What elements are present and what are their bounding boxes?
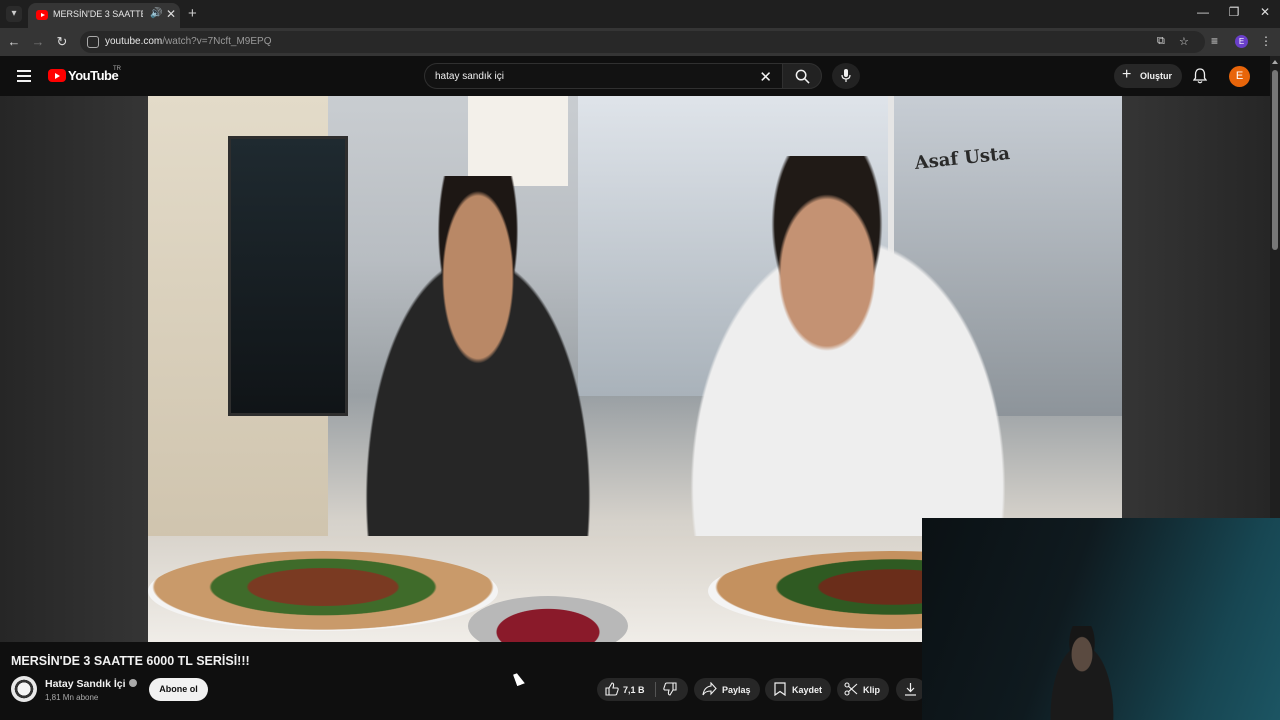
scissors-icon — [844, 682, 858, 698]
region-code: TR — [113, 66, 121, 72]
url-text: youtube.com/watch?v=7Ncft_M9EPQ — [105, 36, 271, 47]
browser-tab-strip: ▾ MERSİN'DE 3 SAATTE 6000 🔊 ✕ + — ❐ ✕ — [0, 0, 1280, 28]
video-scene-notice — [468, 96, 568, 186]
youtube-masthead: YouTube TR hatay sandık içi ✕ + Oluştur … — [0, 56, 1270, 96]
subscriber-count: 1,81 Mn abone — [45, 693, 99, 702]
address-bar[interactable]: youtube.com/watch?v=7Ncft_M9EPQ ⧉ ☆ — [80, 31, 1205, 53]
share-button[interactable]: Paylaş — [694, 678, 760, 701]
window-close-icon[interactable]: ✕ — [1255, 5, 1275, 19]
bookmark-icon — [774, 682, 786, 698]
search-input[interactable]: hatay sandık içi ✕ — [424, 63, 782, 89]
notifications-bell-icon[interactable] — [1193, 68, 1207, 84]
back-icon[interactable]: ← — [6, 34, 22, 49]
youtube-favicon-icon — [36, 10, 48, 20]
like-button[interactable] — [605, 682, 619, 698]
clip-label: Klip — [863, 685, 880, 695]
webcam-overlay — [922, 518, 1280, 720]
search-query[interactable]: hatay sandık içi — [435, 71, 504, 82]
browser-tab-active[interactable]: MERSİN'DE 3 SAATTE 6000 🔊 ✕ — [28, 3, 180, 28]
like-divider — [655, 682, 656, 697]
download-icon — [904, 682, 917, 698]
reload-icon[interactable]: ↻ — [54, 34, 70, 50]
save-label: Kaydet — [792, 685, 823, 695]
share-arrow-icon — [702, 681, 717, 698]
like-dislike-group: 7,1 B — [597, 678, 688, 701]
scroll-thumb[interactable] — [1272, 70, 1278, 250]
thumbs-up-icon — [605, 682, 619, 696]
channel-name-text[interactable]: Hatay Sandık İçi — [45, 678, 126, 690]
clip-button[interactable]: Klip — [837, 678, 889, 701]
speaker-icon[interactable]: 🔊 — [150, 8, 162, 19]
media-controls-icon[interactable]: ≡ — [1211, 34, 1218, 48]
youtube-wordmark[interactable]: YouTube — [68, 68, 119, 83]
webcam-streamer — [1042, 626, 1122, 720]
url-host: youtube.com — [105, 36, 163, 47]
thumbs-down-icon — [663, 682, 677, 696]
search-button[interactable] — [782, 63, 822, 89]
save-button[interactable]: Kaydet — [765, 678, 831, 701]
tab-search-dropdown[interactable]: ▾ — [6, 6, 22, 22]
dislike-button[interactable] — [663, 682, 677, 698]
verified-badge-icon — [128, 679, 137, 688]
minimize-icon[interactable]: — — [1193, 5, 1213, 19]
account-avatar[interactable]: E — [1229, 66, 1250, 87]
clear-search-icon[interactable]: ✕ — [759, 68, 772, 86]
microphone-icon — [841, 69, 851, 82]
tab-title: MERSİN'DE 3 SAATTE 6000 — [53, 9, 143, 19]
browser-profile-avatar[interactable]: E — [1235, 35, 1248, 48]
create-button[interactable]: + Oluştur — [1114, 64, 1182, 88]
search-icon — [795, 69, 810, 84]
video-title: MERSİN'DE 3 SAATTE 6000 TL SERİSİ!!! — [11, 654, 250, 668]
like-count[interactable]: 7,1 B — [623, 685, 645, 695]
browser-menu-icon[interactable]: ⋮ — [1260, 34, 1272, 48]
restore-icon[interactable]: ❐ — [1224, 5, 1244, 19]
youtube-logo-icon[interactable] — [48, 69, 66, 82]
scroll-up-arrow-icon[interactable] — [1272, 60, 1278, 64]
new-tab-button[interactable]: + — [188, 5, 197, 22]
share-label: Paylaş — [722, 685, 751, 695]
guide-menu-icon[interactable] — [17, 70, 31, 82]
browser-toolbar: ← → ↻ youtube.com/watch?v=7Ncft_M9EPQ ⧉ … — [0, 28, 1280, 56]
video-scene-plate-left — [148, 551, 498, 631]
plus-icon: + — [1122, 66, 1132, 83]
channel-avatar[interactable] — [11, 676, 37, 702]
install-app-icon[interactable]: ⧉ — [1157, 35, 1165, 48]
forward-icon[interactable]: → — [30, 34, 46, 49]
channel-name[interactable]: Hatay Sandık İçi — [45, 678, 137, 690]
url-path: /watch?v=7Ncft_M9EPQ — [162, 36, 272, 47]
create-label: Oluştur — [1140, 71, 1173, 81]
mouse-cursor-icon — [513, 671, 525, 687]
tab-close-icon[interactable]: ✕ — [166, 7, 176, 21]
site-info-icon[interactable] — [87, 36, 99, 48]
subscribe-button[interactable]: Abone ol — [149, 678, 208, 701]
bookmark-star-icon[interactable]: ☆ — [1179, 35, 1189, 48]
voice-search-button[interactable] — [832, 63, 860, 89]
